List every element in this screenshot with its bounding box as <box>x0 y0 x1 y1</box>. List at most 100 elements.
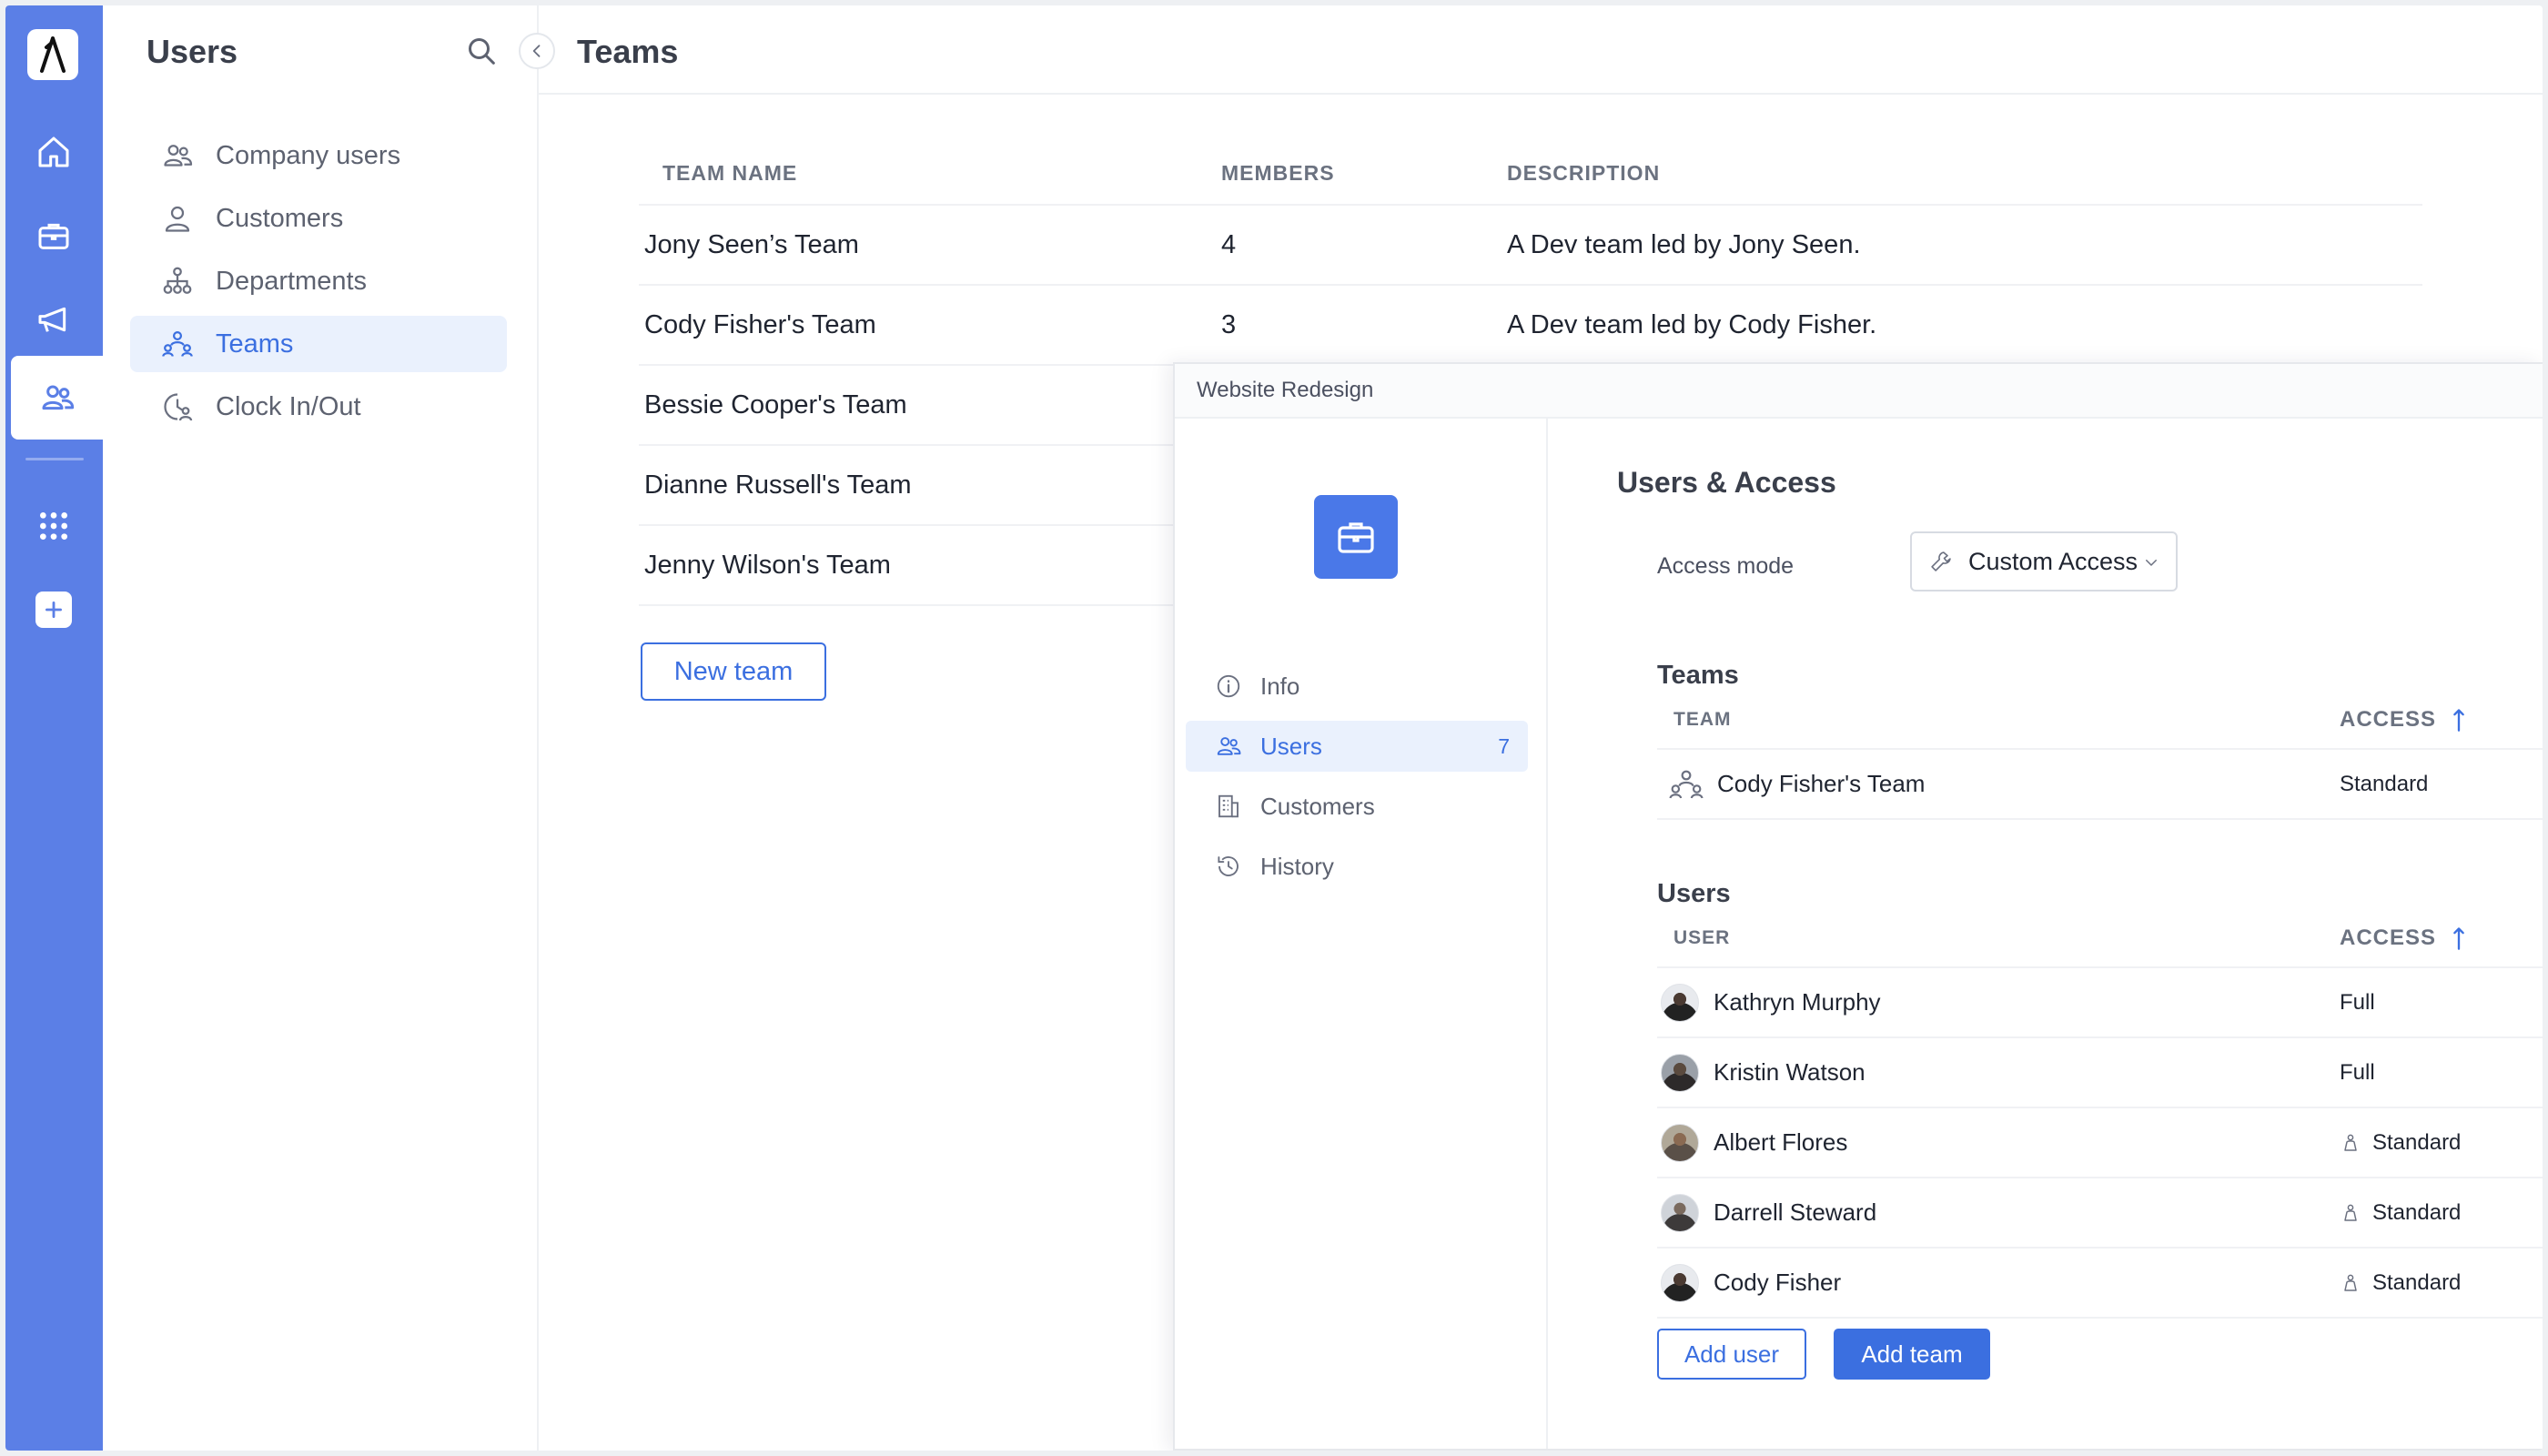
team-icon <box>2344 1204 2357 1221</box>
sort-arrow-up-icon <box>2453 709 2464 732</box>
megaphone-icon <box>38 307 66 332</box>
access-level: Standard <box>2372 1269 2462 1295</box>
panel-nav-column: Info Users 7 Customers History <box>1175 419 1548 1449</box>
project-detail-panel: Website Redesign Info Users 7 Customers <box>1173 362 2543 1451</box>
members-cell: 3 <box>1221 309 1237 339</box>
teams-section-title: Teams <box>1657 661 1739 690</box>
user-name: Kathryn Murphy <box>1714 988 1881 1016</box>
plus-icon <box>46 602 62 618</box>
users-access-section: Users & Access Access mode Custom Access… <box>1550 419 2543 1449</box>
add-team-button[interactable]: Add team <box>1834 1329 1990 1380</box>
history-icon <box>1218 856 1239 876</box>
column-header-access-label: ACCESS <box>2340 707 2437 732</box>
panel-header: Website Redesign <box>1175 364 2543 419</box>
table-row[interactable]: Cody Fisher's Team Standard <box>1657 750 2543 820</box>
panel-tab-label: Info <box>1260 672 1300 700</box>
section-title: Users & Access <box>1617 466 1836 499</box>
users-sidebar: Users Company users Customers Department… <box>103 5 539 1451</box>
user-cell: Kristin Watson <box>1657 1053 2340 1092</box>
users-access-table: USER ACCESS Kathryn Murphy Full Kristin … <box>1657 910 2543 1319</box>
campaigns-nav-button[interactable] <box>25 291 82 348</box>
access-cell: Standard <box>2340 1130 2543 1156</box>
avatar <box>1661 1193 1699 1232</box>
team-name-cell: Jony Seen’s Team <box>644 229 859 259</box>
sidebar-item-label: Teams <box>216 329 294 359</box>
avatar <box>1661 983 1699 1022</box>
table-row[interactable]: Kathryn Murphy Full <box>1657 968 2543 1038</box>
sidebar-item-departments[interactable]: Departments <box>130 253 507 309</box>
panel-tab-customers[interactable]: Customers <box>1186 781 1528 832</box>
access-level: Standard <box>2372 1199 2462 1225</box>
collapse-sidebar-button[interactable] <box>519 33 555 69</box>
sort-arrow-up-icon <box>2453 927 2464 950</box>
chevron-down-icon <box>2146 560 2157 566</box>
members-cell: 4 <box>1221 229 1237 259</box>
building-icon <box>1218 794 1239 818</box>
table-row[interactable]: Kristin Watson Full <box>1657 1038 2543 1108</box>
org-chart-icon <box>163 267 192 294</box>
table-row[interactable]: Darrell Steward Standard <box>1657 1178 2543 1249</box>
column-header-team[interactable]: TEAM <box>1657 709 2340 731</box>
team-cell: Cody Fisher's Team <box>1657 766 2340 803</box>
sidebar-search-button[interactable] <box>463 33 500 69</box>
avatar <box>1661 1263 1699 1302</box>
table-row[interactable]: Cody Fisher's Team 3 A Dev team led by C… <box>639 286 2422 366</box>
panel-tab-info[interactable]: Info <box>1186 661 1528 712</box>
add-user-button[interactable]: Add user <box>1657 1329 1806 1380</box>
column-header-team-name[interactable]: TEAM NAME <box>639 161 1221 186</box>
access-mode-label: Access mode <box>1657 553 1795 579</box>
page-title: Teams <box>577 33 679 70</box>
logo-icon <box>40 36 66 73</box>
access-cell: Standard <box>2340 771 2429 796</box>
column-header-access[interactable]: ACCESS <box>2340 707 2543 733</box>
column-header-access-label: ACCESS <box>2340 925 2437 950</box>
column-header-user[interactable]: USER <box>1657 927 2340 949</box>
sidebar-item-clock-in-out[interactable]: Clock In/Out <box>130 379 507 435</box>
access-mode-value: Custom Access <box>1968 547 2138 575</box>
projects-nav-button[interactable] <box>25 207 82 264</box>
grid-dots-icon <box>40 512 67 540</box>
home-nav-button[interactable] <box>25 124 82 180</box>
apps-nav-button[interactable] <box>25 498 82 554</box>
sidebar-item-company-users[interactable]: Company users <box>130 127 507 184</box>
description-cell: A Dev team led by Jony Seen. <box>1507 229 1861 259</box>
access-cell: Standard <box>2340 1200 2543 1226</box>
panel-tab-history[interactable]: History <box>1186 841 1528 892</box>
table-row[interactable]: Jony Seen’s Team 4 A Dev team led by Jon… <box>639 206 2422 286</box>
app-logo[interactable] <box>27 29 78 80</box>
sidebar-title: Users <box>147 33 238 70</box>
column-header-members[interactable]: MEMBERS <box>1221 161 1507 186</box>
user-cell: Cody Fisher <box>1657 1263 2340 1302</box>
user-name: Darrell Steward <box>1714 1198 1877 1226</box>
users-section-title: Users <box>1657 879 1731 908</box>
user-cell: Kathryn Murphy <box>1657 983 2340 1022</box>
team-name-cell: Dianne Russell's Team <box>644 470 912 500</box>
column-header-description[interactable]: DESCRIPTION <box>1507 161 2422 186</box>
chevron-left-icon <box>532 45 541 57</box>
sidebar-item-customers[interactable]: Customers <box>130 190 507 247</box>
user-name: Kristin Watson <box>1714 1058 1866 1086</box>
users-icon <box>164 145 193 167</box>
team-icon <box>2344 1274 2357 1291</box>
new-team-button[interactable]: New team <box>641 642 826 701</box>
app-rail <box>5 5 103 1451</box>
user-icon <box>165 206 190 232</box>
table-header: TEAM NAME MEMBERS DESCRIPTION <box>639 142 2422 206</box>
teams-access-table: TEAM ACCESS Cody Fisher's Team Standard <box>1657 692 2543 820</box>
column-header-access[interactable]: ACCESS <box>2340 925 2543 951</box>
sidebar-item-teams[interactable]: Teams <box>130 316 507 372</box>
team-icon <box>1669 770 1704 798</box>
access-cell: Full <box>2340 989 2375 1015</box>
access-cell: Full <box>2340 1059 2375 1085</box>
panel-tab-users[interactable]: Users 7 <box>1186 721 1528 772</box>
table-header: TEAM ACCESS <box>1657 692 2543 750</box>
access-level: Standard <box>2372 1129 2462 1155</box>
users-nav-button[interactable] <box>11 356 103 440</box>
access-mode-select[interactable]: Custom Access <box>1910 531 2178 592</box>
access-cell: Standard <box>2340 1270 2543 1296</box>
table-row[interactable]: Cody Fisher Standard <box>1657 1249 2543 1319</box>
table-row[interactable]: Albert Flores Standard <box>1657 1108 2543 1178</box>
search-icon <box>469 38 495 65</box>
wrench-icon <box>1931 551 1951 571</box>
add-nav-button[interactable] <box>25 581 82 638</box>
